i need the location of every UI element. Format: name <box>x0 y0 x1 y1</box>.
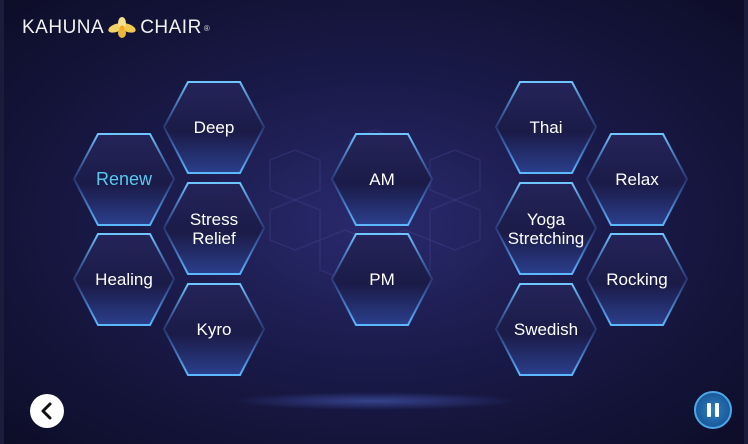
program-label: Kyro <box>196 320 232 339</box>
program-label: Thai <box>529 118 563 137</box>
brand-name-left: KAHUNA <box>22 17 105 38</box>
back-button[interactable] <box>30 394 64 428</box>
program-stress-relief[interactable]: Stress Relief <box>162 181 266 276</box>
program-label: PM <box>369 270 395 289</box>
program-renew[interactable]: Renew <box>72 132 176 227</box>
program-label: Yoga Stretching <box>507 209 585 248</box>
program-relax[interactable]: Relax <box>585 132 689 227</box>
program-label: Swedish <box>513 320 579 339</box>
program-label: Stress Relief <box>189 209 239 248</box>
pause-icon <box>705 403 721 417</box>
brand-name-right: CHAIR <box>140 17 202 38</box>
program-deep[interactable]: Deep <box>162 80 266 175</box>
program-am[interactable]: AM <box>330 132 434 227</box>
program-swedish[interactable]: Swedish <box>494 282 598 377</box>
program-label: Renew <box>95 169 153 189</box>
program-label: AM <box>369 170 395 189</box>
brand-logo: KAHUNA CHAIR ® <box>22 14 210 42</box>
program-thai[interactable]: Thai <box>494 80 598 175</box>
program-label: Rocking <box>606 270 668 289</box>
program-label: Deep <box>193 118 235 137</box>
flower-icon <box>108 17 136 38</box>
program-rocking[interactable]: Rocking <box>585 232 689 327</box>
chevron-left-icon <box>41 402 52 420</box>
program-healing[interactable]: Healing <box>72 232 176 327</box>
program-label: Healing <box>95 270 153 289</box>
registered-mark: ® <box>203 23 210 33</box>
program-label: Relax <box>615 170 659 189</box>
program-pm[interactable]: PM <box>330 232 434 327</box>
program-kyro[interactable]: Kyro <box>162 282 266 377</box>
pause-button[interactable] <box>694 391 732 429</box>
bottom-glow <box>230 392 520 410</box>
program-yoga-stretching[interactable]: Yoga Stretching <box>494 181 598 276</box>
